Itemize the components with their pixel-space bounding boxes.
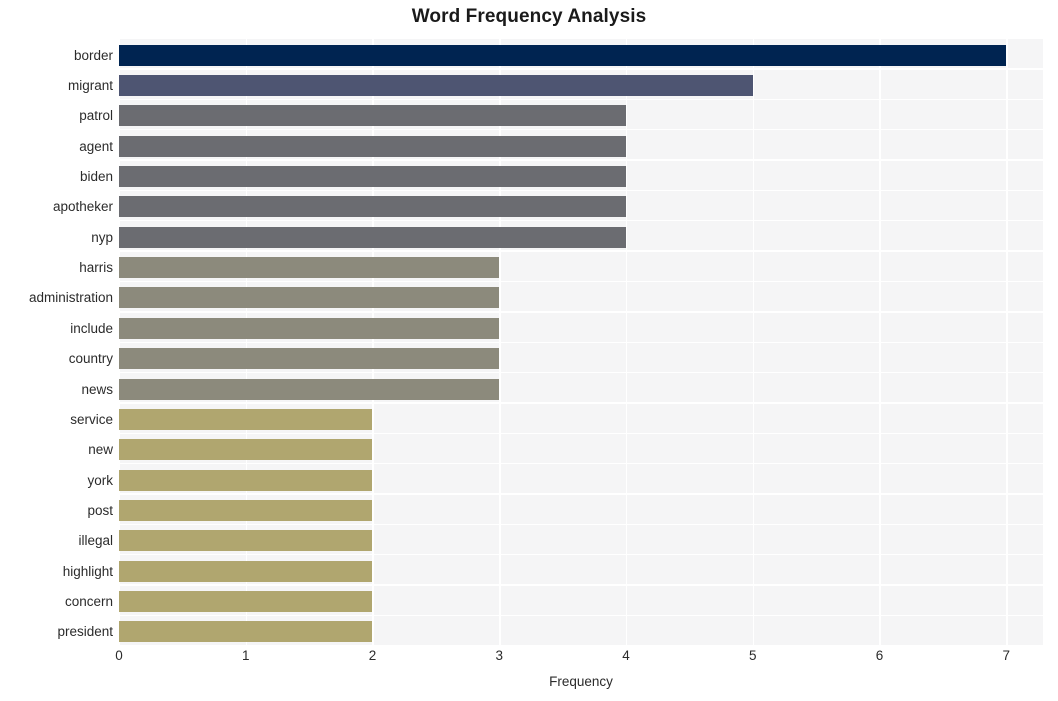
y-axis-tick-labels: border migrant patrol agent biden apotheker ny…	[0, 38, 113, 645]
horizontal-gridline	[119, 280, 1043, 283]
bar	[119, 378, 500, 400]
x-axis-tick-label: 3	[495, 648, 503, 663]
y-axis-tick-label: agent	[79, 138, 113, 154]
bar	[119, 560, 373, 582]
horizontal-gridline	[119, 311, 1043, 313]
horizontal-gridline	[119, 159, 1043, 161]
horizontal-gridline	[119, 614, 1043, 617]
bar	[119, 135, 626, 157]
horizontal-gridline	[119, 523, 1043, 525]
y-axis-tick-label: illegal	[78, 533, 113, 549]
bar	[119, 105, 626, 127]
word-frequency-chart-figure: Word Frequency Analysis border migrant pat…	[0, 0, 1058, 701]
bar	[119, 196, 626, 218]
y-axis-tick-label: york	[87, 472, 113, 488]
y-axis-tick-label: new	[88, 442, 113, 458]
plot-area	[119, 38, 1043, 647]
horizontal-gridline	[119, 402, 1043, 404]
y-axis-tick-label: president	[57, 624, 113, 640]
x-axis-tick-label: 1	[241, 648, 250, 663]
bar	[119, 590, 373, 612]
horizontal-gridline	[119, 98, 1043, 101]
bar	[119, 257, 500, 279]
bar	[119, 621, 373, 643]
y-axis-tick-label: patrol	[79, 108, 113, 124]
bar	[119, 439, 373, 461]
bar	[119, 408, 373, 430]
horizontal-gridline	[119, 220, 1043, 222]
horizontal-gridline	[119, 129, 1043, 131]
x-axis-title: Frequency	[549, 674, 613, 689]
bar	[119, 317, 500, 339]
horizontal-gridline	[119, 553, 1043, 556]
x-axis-tick-label: 0	[115, 648, 123, 663]
horizontal-gridline	[119, 493, 1043, 495]
y-axis-tick-label: post	[87, 502, 113, 518]
y-axis-tick-label: service	[70, 411, 113, 427]
y-axis-tick-label: nyp	[91, 229, 113, 245]
bar	[119, 499, 373, 521]
bar	[119, 226, 626, 248]
y-axis-tick-label: include	[70, 320, 113, 336]
horizontal-gridline	[119, 462, 1043, 465]
bar	[119, 44, 1007, 66]
y-axis-tick-label: biden	[79, 169, 113, 185]
y-axis-tick-label: harris	[79, 260, 113, 276]
y-axis-tick-label: news	[81, 381, 113, 397]
horizontal-gridline	[119, 250, 1043, 252]
y-axis-tick-label: concern	[64, 593, 113, 609]
y-axis-tick-label: highlight	[62, 563, 113, 579]
y-axis-tick-label: apotheker	[52, 199, 113, 215]
chart-title: Word Frequency Analysis	[411, 6, 647, 27]
y-axis-tick-label: border	[73, 47, 113, 63]
horizontal-gridline	[119, 371, 1043, 374]
horizontal-gridline	[119, 68, 1043, 70]
bar	[119, 348, 500, 370]
x-axis-tick-labels: 0 1 2 3 4 5 6 7	[0, 648, 1058, 670]
bar	[119, 287, 500, 309]
horizontal-gridline	[119, 189, 1043, 192]
x-axis-tick-label: 2	[368, 648, 377, 663]
horizontal-gridline	[119, 432, 1043, 434]
x-axis-tick-label: 6	[875, 648, 884, 663]
horizontal-gridline	[119, 38, 1043, 40]
horizontal-gridline	[119, 341, 1043, 343]
bar	[119, 75, 753, 97]
bar	[119, 166, 626, 188]
y-axis-tick-label: administration	[28, 290, 113, 306]
y-axis-tick-label: migrant	[67, 78, 113, 94]
bar	[119, 530, 373, 552]
x-axis-tick-label: 5	[748, 648, 757, 663]
x-axis-tick-label: 4	[622, 648, 630, 663]
x-axis-tick-label: 7	[1002, 648, 1010, 663]
y-axis-tick-label: country	[68, 351, 113, 367]
horizontal-gridline	[119, 645, 1043, 647]
bar	[119, 469, 373, 491]
horizontal-gridline	[119, 584, 1043, 586]
